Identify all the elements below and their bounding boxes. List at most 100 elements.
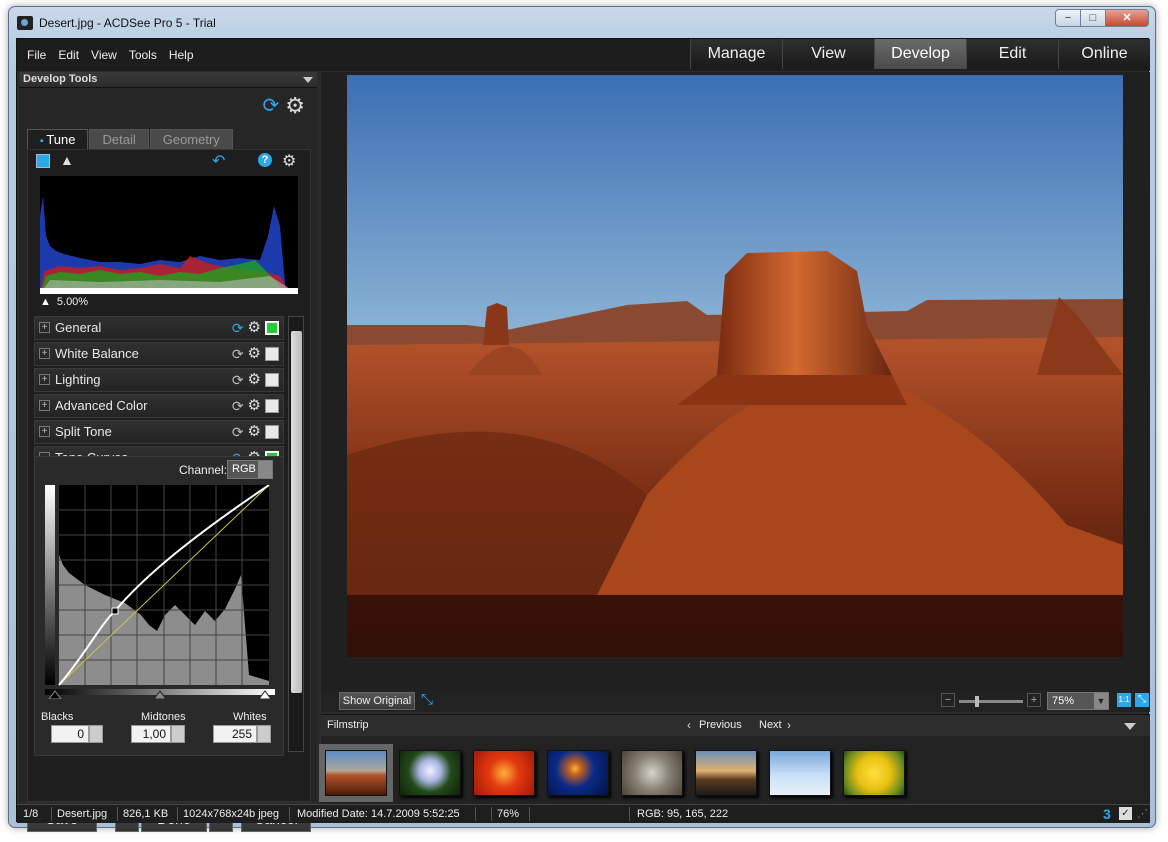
thumbnail-penguins[interactable] xyxy=(769,750,831,796)
tab-tune[interactable]: Tune xyxy=(27,129,89,149)
enable-checkbox[interactable] xyxy=(265,399,279,413)
title-bar[interactable]: Desert.jpg - ACDSee Pro 5 - Trial − □ ✕ xyxy=(9,7,1155,39)
main-image[interactable] xyxy=(347,75,1123,657)
collapse-icon[interactable] xyxy=(1124,723,1136,730)
midtones-stepper[interactable] xyxy=(171,725,185,743)
thumbnail-tulips[interactable] xyxy=(843,750,905,796)
thumbnail-jellyfish[interactable] xyxy=(547,750,609,796)
warning-icon[interactable]: ▲ xyxy=(60,152,74,168)
zoom-out-button[interactable]: − xyxy=(941,693,955,707)
enable-checkbox[interactable] xyxy=(265,373,279,387)
blacks-stepper[interactable] xyxy=(89,725,103,743)
reset-icon[interactable]: ⟳ xyxy=(232,346,244,362)
panel-white-balance[interactable]: + White Balance ⟳ ⚙ xyxy=(34,342,284,366)
filmstrip xyxy=(319,736,1150,808)
menu-file[interactable]: File xyxy=(27,48,46,62)
thumbnail-hydrangeas[interactable] xyxy=(399,750,461,796)
divider xyxy=(475,807,476,821)
acdsee-3-icon[interactable]: 3 xyxy=(1103,806,1111,822)
expand-icon[interactable]: + xyxy=(39,400,50,411)
thumbnail-desert[interactable] xyxy=(319,744,393,802)
gear-icon[interactable]: ⚙ xyxy=(285,95,305,117)
refresh-icon[interactable]: ⟳ xyxy=(263,96,280,116)
gear-icon[interactable]: ⚙ xyxy=(282,151,296,171)
whites-input[interactable]: 255 xyxy=(213,725,257,743)
chevron-right-icon[interactable]: › xyxy=(787,718,791,732)
enable-checkbox[interactable] xyxy=(265,425,279,439)
mode-online[interactable]: Online xyxy=(1058,39,1150,69)
panel-label: Split Tone xyxy=(55,424,112,439)
panel-advanced-color[interactable]: + Advanced Color ⟳ ⚙ xyxy=(34,394,284,418)
status-index: 1/8 xyxy=(23,808,39,820)
panel-split-tone[interactable]: + Split Tone ⟳ ⚙ xyxy=(34,420,284,444)
gear-icon[interactable]: ⚙ xyxy=(248,424,261,440)
status-modified: Modified Date: 14.7.2009 5:52:25 xyxy=(297,808,460,820)
tab-geometry[interactable]: Geometry xyxy=(149,129,233,149)
whites-stepper[interactable] xyxy=(257,725,271,743)
expand-arrows-icon[interactable]: ⤡ xyxy=(421,691,433,708)
expand-icon[interactable]: + xyxy=(39,322,50,333)
enable-checkbox[interactable] xyxy=(265,321,279,335)
gear-icon[interactable]: ⚙ xyxy=(248,398,261,414)
scroll-thumb[interactable] xyxy=(291,331,302,693)
channel-select[interactable]: RGB xyxy=(227,460,273,479)
reset-icon[interactable]: ⟳ xyxy=(232,398,244,414)
chevron-down-icon[interactable] xyxy=(303,77,313,83)
thumbnail-chrysanthemum[interactable] xyxy=(473,750,535,796)
chevron-left-icon[interactable]: ‹ xyxy=(687,718,691,732)
minimize-button[interactable]: − xyxy=(1055,9,1081,27)
viewer-toolbar: Show Original ⤡ − + 75% ▼ 1:1 ⤡ xyxy=(321,690,1150,712)
zoom-slider-thumb[interactable] xyxy=(975,696,979,707)
undo-icon[interactable]: ↶ xyxy=(212,151,225,171)
tab-detail[interactable]: Detail xyxy=(89,129,149,149)
menu-view[interactable]: View xyxy=(91,48,117,62)
menu-help[interactable]: Help xyxy=(169,48,194,62)
status-rgb: RGB: 95, 165, 222 xyxy=(637,808,729,820)
resize-grip-icon[interactable]: ⋰ xyxy=(1137,807,1148,820)
gear-icon[interactable]: ⚙ xyxy=(248,320,261,336)
fit-icon[interactable]: ⤡ xyxy=(1135,693,1149,707)
develop-tabs: Tune Detail Geometry xyxy=(27,129,234,149)
previous-button[interactable]: Previous xyxy=(699,719,742,731)
mode-view[interactable]: View xyxy=(782,39,874,69)
tone-curve-editor[interactable] xyxy=(45,485,275,695)
mode-develop[interactable]: Develop xyxy=(874,39,966,69)
check-icon[interactable]: ✓ xyxy=(1119,807,1132,820)
enable-checkbox[interactable] xyxy=(265,347,279,361)
panel-lighting[interactable]: + Lighting ⟳ ⚙ xyxy=(34,368,284,392)
divider xyxy=(491,807,492,821)
midtones-input[interactable]: 1,00 xyxy=(131,725,171,743)
expand-icon[interactable]: + xyxy=(39,348,50,359)
reset-icon[interactable]: ⟳ xyxy=(232,372,244,388)
next-button[interactable]: Next xyxy=(759,719,782,731)
gear-icon[interactable]: ⚙ xyxy=(248,346,261,362)
menu-tools[interactable]: Tools xyxy=(129,48,157,62)
gear-icon[interactable]: ⚙ xyxy=(248,372,261,388)
close-button[interactable]: ✕ xyxy=(1105,9,1149,27)
thumbnail-koala[interactable] xyxy=(621,750,683,796)
blacks-input[interactable]: 0 xyxy=(51,725,89,743)
histogram-icon[interactable] xyxy=(36,154,50,168)
client-area: File Edit View Tools Help Manage View De… xyxy=(16,38,1150,832)
actual-size-button[interactable]: 1:1 xyxy=(1117,693,1131,707)
zoom-in-button[interactable]: + xyxy=(1027,693,1041,707)
expand-icon[interactable]: + xyxy=(39,374,50,385)
thumbnail-lighthouse[interactable] xyxy=(695,750,757,796)
status-dimensions: 1024x768x24b jpeg xyxy=(183,808,280,820)
panel-general[interactable]: + General ⟳ ⚙ xyxy=(34,316,284,340)
zoom-slider[interactable] xyxy=(959,696,1023,707)
maximize-button[interactable]: □ xyxy=(1080,9,1106,27)
panel-label: Advanced Color xyxy=(55,398,148,413)
mode-edit[interactable]: Edit xyxy=(966,39,1058,69)
show-original-button[interactable]: Show Original xyxy=(339,692,415,710)
help-icon[interactable]: ? xyxy=(258,153,272,167)
menu-edit[interactable]: Edit xyxy=(58,48,79,62)
reset-icon[interactable]: ⟳ xyxy=(232,424,244,440)
level-markers[interactable] xyxy=(45,689,275,699)
tune-panels: + General ⟳ ⚙ + White Balance ⟳ ⚙ + Lighti… xyxy=(34,316,284,472)
mode-manage[interactable]: Manage xyxy=(690,39,782,69)
expand-icon[interactable]: + xyxy=(39,426,50,437)
zoom-select[interactable]: 75% ▼ xyxy=(1047,692,1109,710)
reset-icon[interactable]: ⟳ xyxy=(232,320,244,336)
panel-scrollbar[interactable] xyxy=(288,316,304,752)
